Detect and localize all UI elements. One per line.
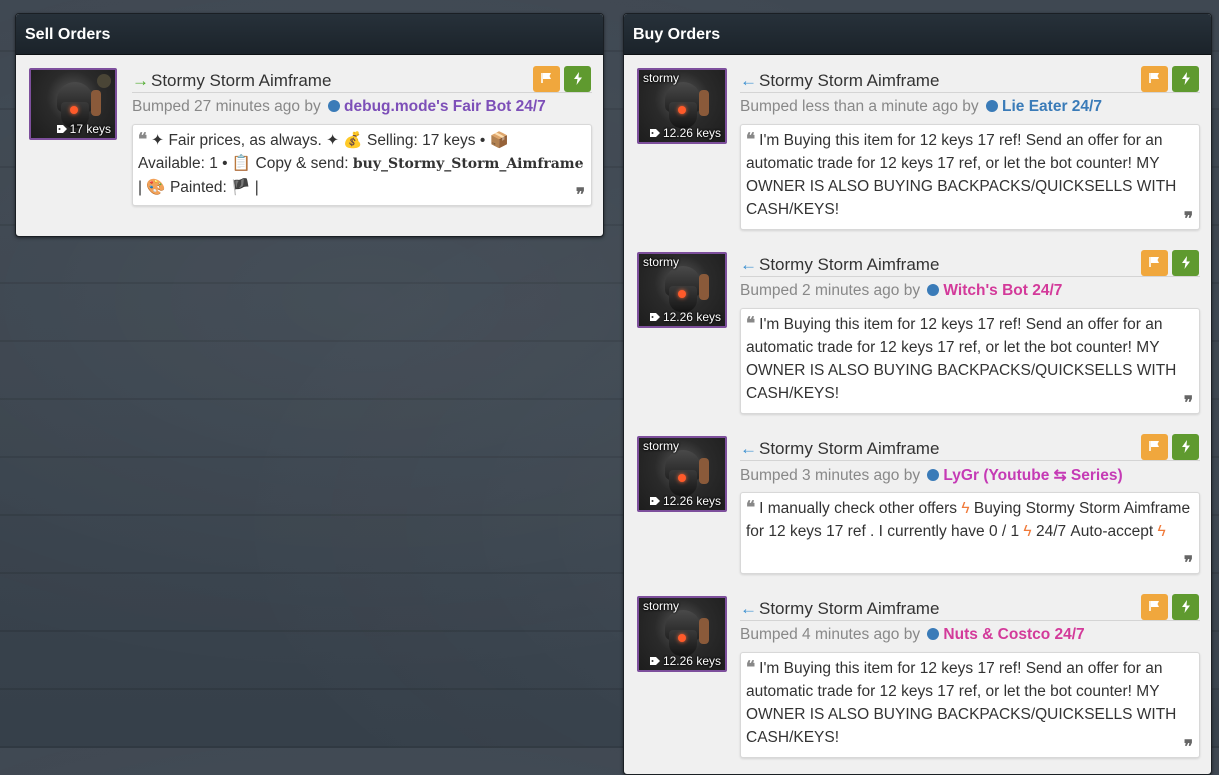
instant-trade-button[interactable]: [1172, 434, 1199, 460]
listing: stormy 12.26 keys ← Stormy Storm Aimframe…: [624, 594, 1211, 766]
paint-dot: [97, 74, 111, 88]
listing-title-row: ← Stormy Storm Aimframe: [740, 250, 1200, 277]
instant-trade-button[interactable]: [1172, 66, 1199, 92]
bolt-icon: [573, 72, 582, 85]
quote-open-icon: ❝: [746, 130, 756, 150]
quote-close-icon: ❞: [1183, 393, 1193, 413]
report-button[interactable]: [1141, 66, 1168, 92]
user-status-dot: [927, 469, 940, 481]
report-button[interactable]: [1141, 250, 1168, 276]
item-name[interactable]: ← Stormy Storm Aimframe: [740, 70, 939, 92]
item-price: 12.26 keys: [649, 310, 721, 324]
item-name[interactable]: ← Stormy Storm Aimframe: [740, 438, 939, 460]
trade-command[interactable]: buy_Stormy_Storm_Aimframe: [353, 156, 584, 172]
listing: stormy 12.26 keys ← Stormy Storm Aimframe…: [624, 66, 1211, 238]
user-link[interactable]: Nuts & Costco 24/7: [943, 626, 1084, 643]
bolt-icon: [1181, 256, 1190, 269]
item-quality-label: stormy: [643, 71, 679, 85]
user-status-dot: [927, 284, 940, 296]
report-button[interactable]: [533, 66, 560, 92]
report-button[interactable]: [1141, 434, 1168, 460]
listing-details: ❝ I manually check other offers ϟ Buying …: [740, 492, 1200, 574]
bump-info: Bumped 2 minutes ago by Witch's Bot 24/7: [740, 282, 1063, 299]
panel-title: Sell Orders: [16, 14, 603, 55]
item-name[interactable]: ← Stormy Storm Aimframe: [740, 254, 939, 276]
arrow-left-icon: ←: [740, 255, 757, 274]
item-price: 12.26 keys: [649, 126, 721, 140]
listing-details: ❝ I'm Buying this item for 12 keys 17 ref…: [740, 652, 1200, 758]
panel-title: Buy Orders: [624, 14, 1211, 55]
tag-icon: [649, 657, 660, 665]
sell-orders-panel: Sell Orders 17 keys → Stormy Storm Aimfra…: [15, 13, 604, 237]
item-quality-label: stormy: [643, 255, 679, 269]
listing-title-row: ← Stormy Storm Aimframe: [740, 66, 1200, 93]
tag-icon: [649, 497, 660, 505]
bolt-icon: [1181, 72, 1190, 85]
bolt-icon: ϟ: [961, 500, 970, 517]
item-thumbnail[interactable]: 17 keys: [29, 68, 117, 140]
item-thumbnail[interactable]: stormy 12.26 keys: [637, 436, 727, 512]
item-thumbnail[interactable]: stormy 12.26 keys: [637, 596, 727, 672]
tag-icon: [649, 313, 660, 321]
listing-details: ❝ ✦ Fair prices, as always. ✦ 💰 Selling: …: [132, 124, 592, 206]
quote-open-icon: ❝: [746, 658, 756, 678]
item-price: 12.26 keys: [649, 654, 721, 668]
arrow-left-icon: ←: [740, 439, 757, 458]
quote-close-icon: ❞: [1183, 553, 1193, 573]
listing-title-row: → Stormy Storm Aimframe: [132, 66, 592, 93]
buy-orders-panel: Buy Orders stormy 12.26 keys ← Stormy Sto…: [623, 13, 1212, 775]
user-link[interactable]: Lie Eater 24/7: [1002, 98, 1102, 115]
quote-open-icon: ❝: [138, 130, 148, 150]
item-price: 17 keys: [56, 122, 111, 136]
bump-info: Bumped less than a minute ago by Lie Eat…: [740, 98, 1102, 115]
quote-close-icon: ❞: [575, 185, 585, 205]
item-price: 12.26 keys: [649, 494, 721, 508]
flag-icon: [1148, 441, 1159, 451]
bump-info: Bumped 3 minutes ago by LyGr (Youtube ⇆ …: [740, 467, 1123, 484]
flag-icon: [540, 73, 551, 83]
quote-open-icon: ❝: [746, 498, 756, 518]
flag-icon: [1148, 257, 1159, 267]
instant-trade-button[interactable]: [564, 66, 591, 92]
item-name[interactable]: ← Stormy Storm Aimframe: [740, 598, 939, 620]
arrow-left-icon: ←: [740, 71, 757, 90]
item-thumbnail[interactable]: stormy 12.26 keys: [637, 68, 727, 144]
user-status-dot: [986, 100, 998, 112]
user-link[interactable]: Witch's Bot 24/7: [943, 282, 1062, 299]
item-quality-label: stormy: [643, 599, 679, 613]
user-status-dot: [328, 100, 341, 112]
bolt-icon: ϟ: [1023, 523, 1032, 540]
listing: stormy 12.26 keys ← Stormy Storm Aimframe…: [624, 434, 1211, 586]
bump-info: Bumped 4 minutes ago by Nuts & Costco 24…: [740, 626, 1085, 643]
quote-close-icon: ❞: [1183, 209, 1193, 229]
listing-title-row: ← Stormy Storm Aimframe: [740, 594, 1200, 621]
bump-info: Bumped 27 minutes ago by debug.mode's Fa…: [132, 98, 546, 115]
bolt-icon: [1181, 600, 1190, 613]
listing-details: ❝ I'm Buying this item for 12 keys 17 ref…: [740, 124, 1200, 230]
quote-open-icon: ❝: [746, 314, 756, 334]
user-link[interactable]: debug.mode's Fair Bot 24/7: [344, 98, 546, 115]
item-name[interactable]: → Stormy Storm Aimframe: [132, 70, 331, 92]
flag-icon: [1148, 601, 1159, 611]
instant-trade-button[interactable]: [1172, 594, 1199, 620]
tag-icon: [56, 125, 67, 133]
arrow-left-icon: ←: [740, 599, 757, 618]
listing-details: ❝ I'm Buying this item for 12 keys 17 ref…: [740, 308, 1200, 414]
bolt-icon: [1181, 440, 1190, 453]
listing-title-row: ← Stormy Storm Aimframe: [740, 434, 1200, 461]
user-link[interactable]: LyGr (Youtube ⇆ Series): [943, 467, 1122, 484]
report-button[interactable]: [1141, 594, 1168, 620]
tag-icon: [649, 129, 660, 137]
user-status-dot: [927, 628, 940, 640]
bolt-icon: ϟ: [1157, 523, 1166, 540]
flag-icon: [1148, 73, 1159, 83]
listing: 17 keys → Stormy Storm Aimframe Bumped 27…: [16, 66, 603, 228]
instant-trade-button[interactable]: [1172, 250, 1199, 276]
arrow-right-icon: →: [132, 71, 149, 90]
item-thumbnail[interactable]: stormy 12.26 keys: [637, 252, 727, 328]
listing: stormy 12.26 keys ← Stormy Storm Aimframe…: [624, 250, 1211, 422]
item-quality-label: stormy: [643, 439, 679, 453]
